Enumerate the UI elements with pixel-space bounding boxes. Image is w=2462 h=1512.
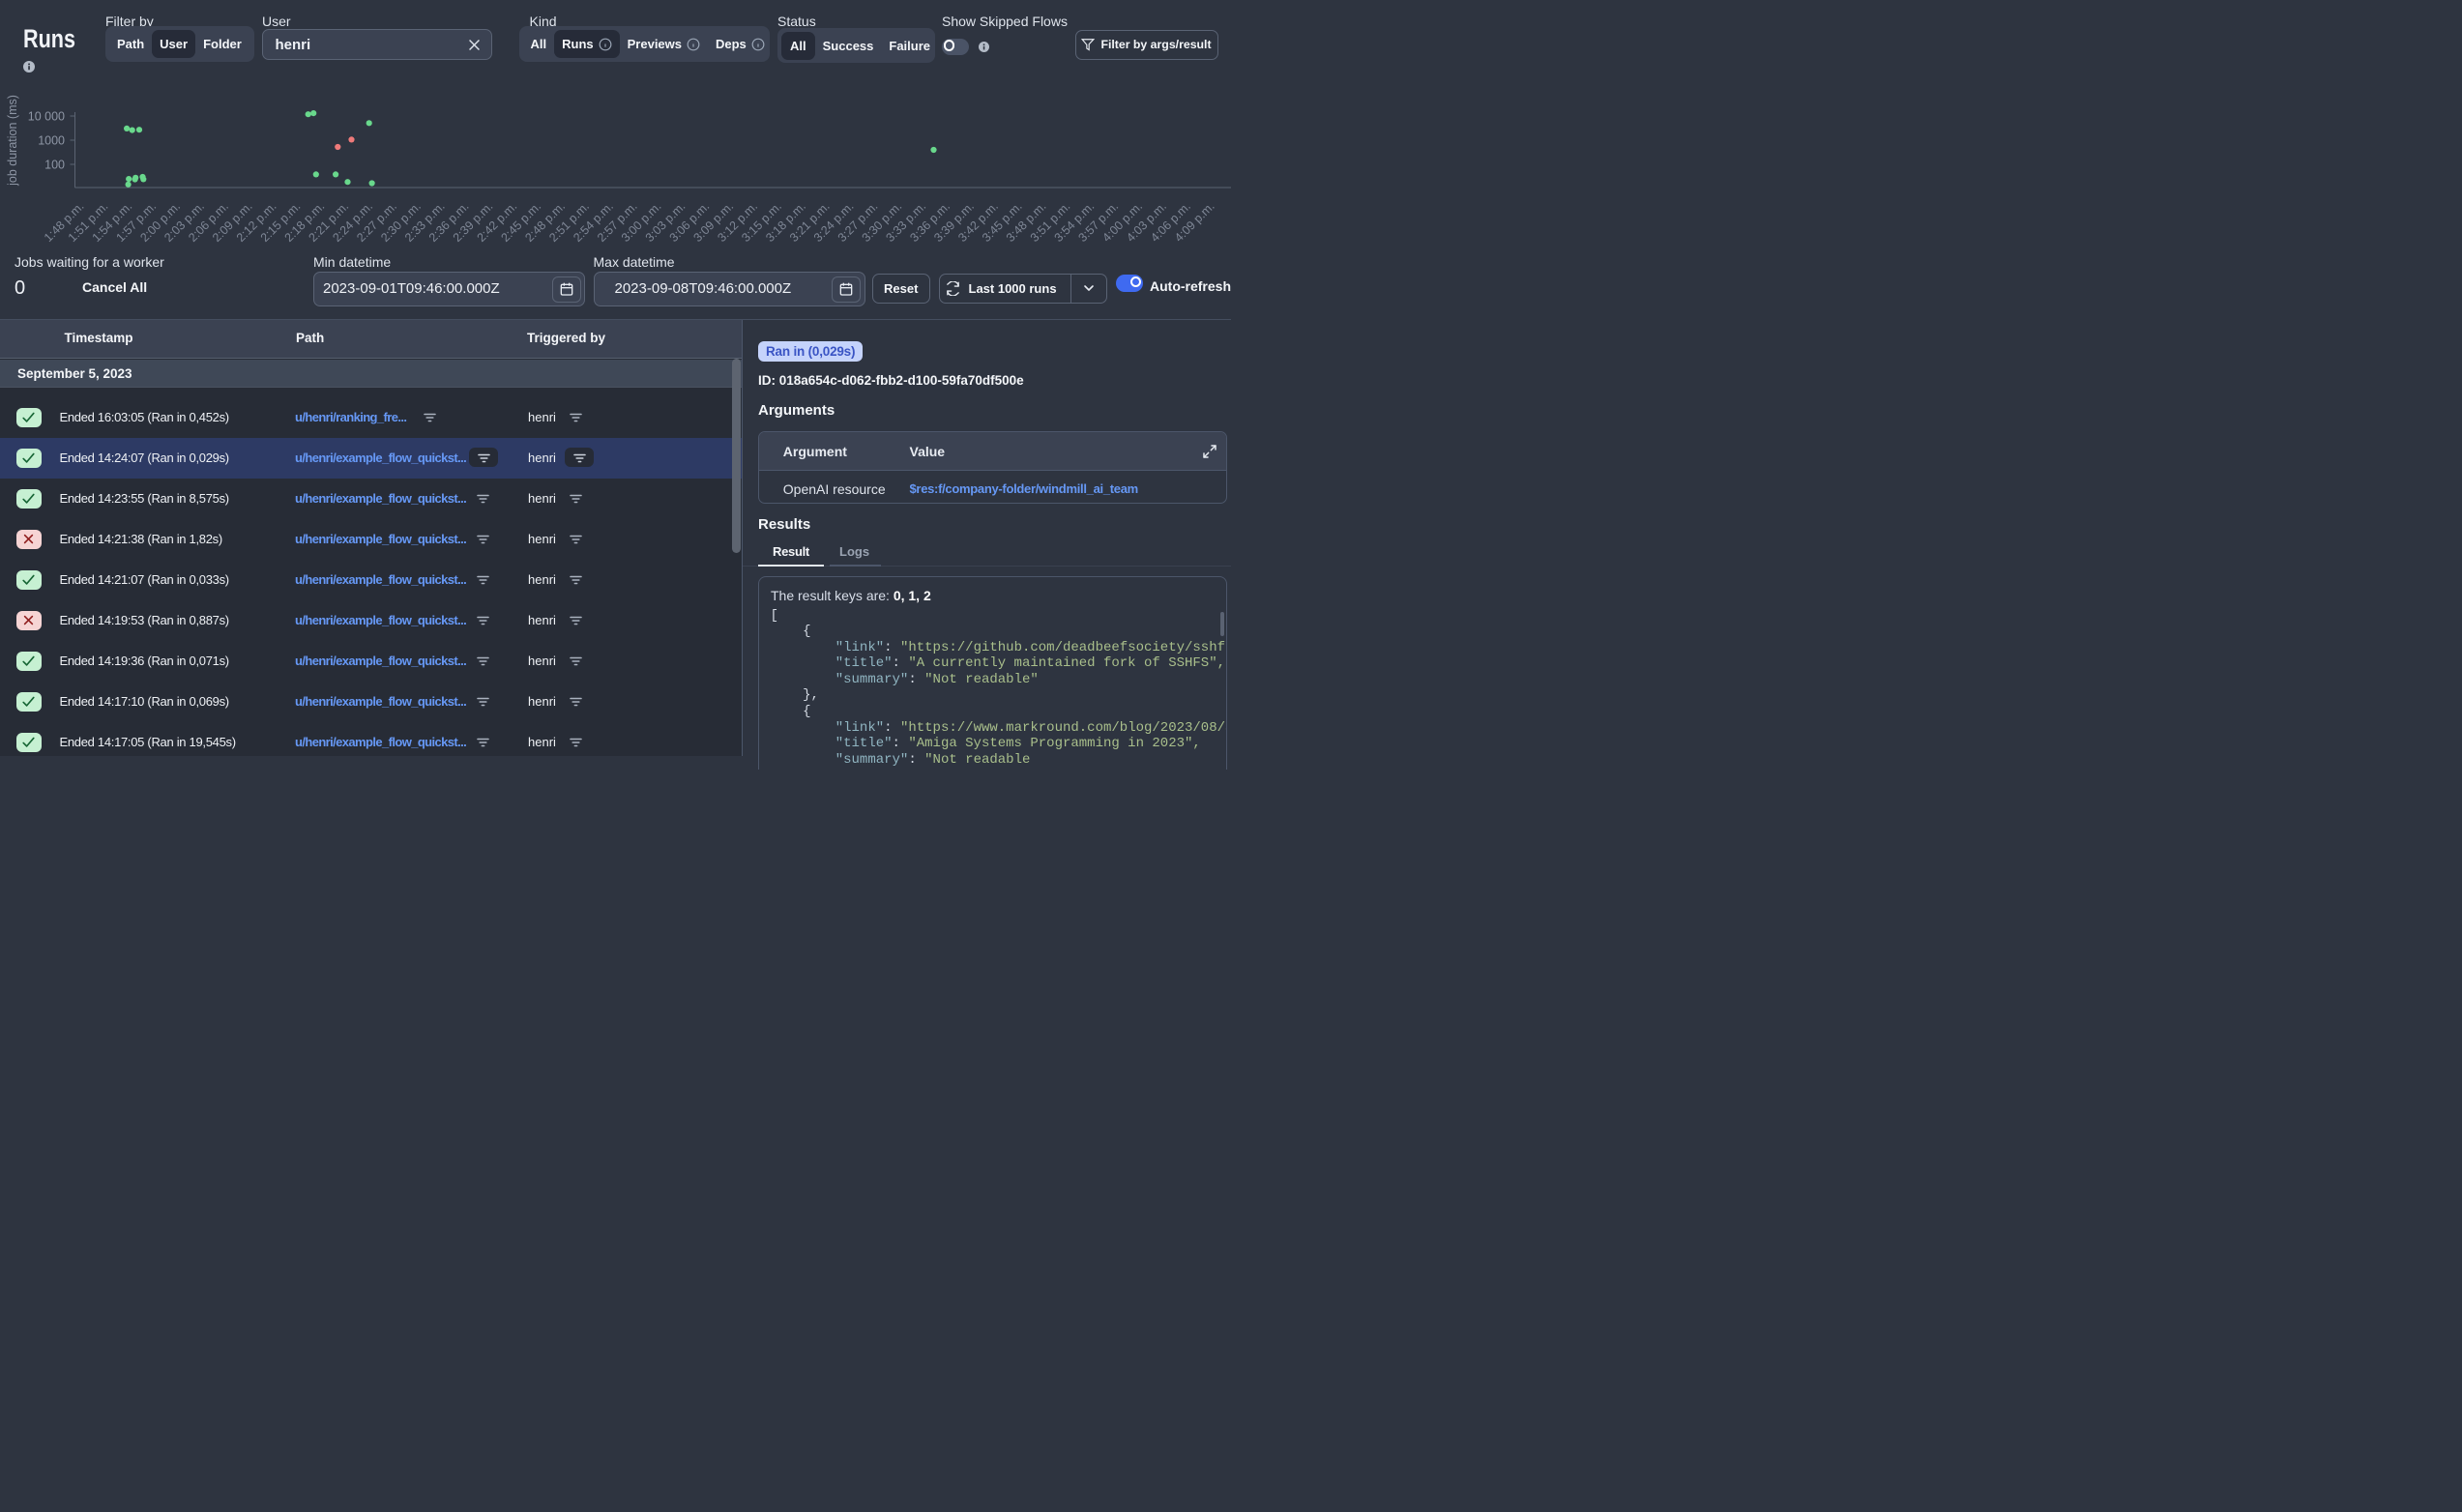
svg-text:10 000: 10 000 bbox=[28, 110, 65, 124]
svg-text:job duration (ms): job duration (ms) bbox=[6, 95, 19, 187]
svg-text:1000: 1000 bbox=[38, 134, 65, 148]
svg-text:100: 100 bbox=[44, 159, 65, 172]
